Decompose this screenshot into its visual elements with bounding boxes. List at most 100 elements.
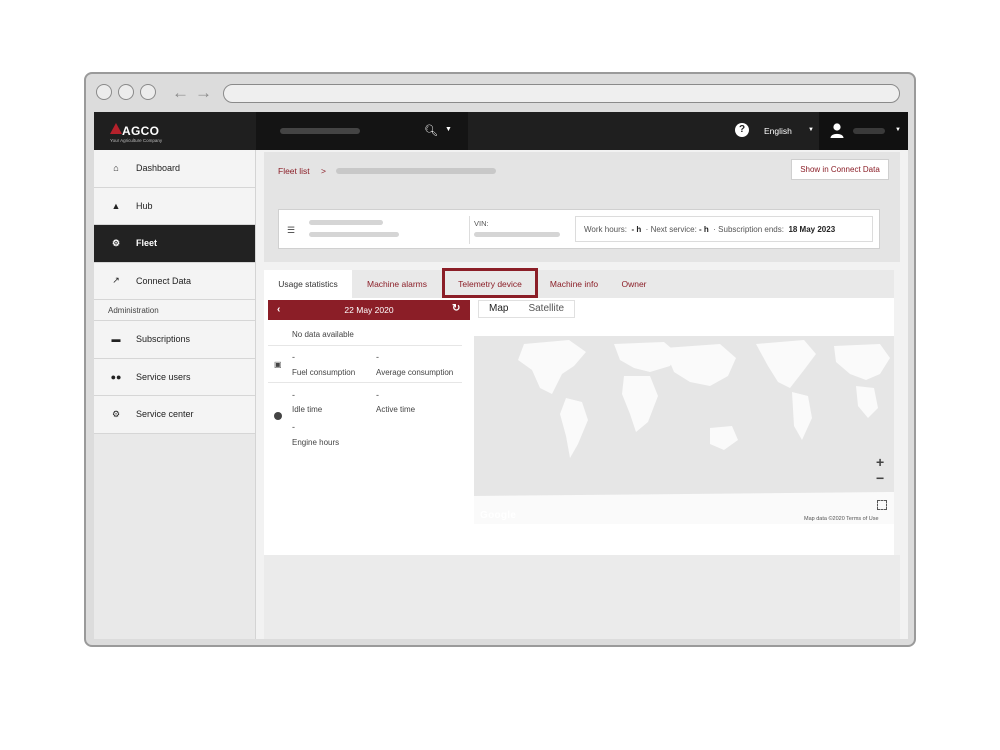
browser-window: ← → AGCO Your Agriculture Company 🔍︎ ▼ ?… bbox=[84, 72, 916, 647]
breadcrumb: Fleet list > Show in Connect Data bbox=[264, 152, 900, 188]
world-map-shapes bbox=[474, 340, 894, 524]
tractor-icon: ⚙ bbox=[111, 237, 121, 248]
vin-label: VIN: bbox=[474, 219, 489, 228]
sidebar-item-label: Dashboard bbox=[136, 163, 181, 174]
machine-summary-card: ☰ VIN: Work hours: - h · Next service: -… bbox=[278, 209, 880, 249]
app-viewport: AGCO Your Agriculture Company 🔍︎ ▼ ? Eng… bbox=[94, 112, 908, 639]
brand-name: AGCO bbox=[122, 124, 160, 138]
google-logo: Google bbox=[480, 510, 517, 521]
idle-time-value: - bbox=[292, 390, 295, 400]
machine-summary-area: ☰ VIN: Work hours: - h · Next service: -… bbox=[264, 188, 900, 262]
fullscreen-icon[interactable] bbox=[877, 500, 887, 510]
tab-usage-statistics[interactable]: Usage statistics bbox=[264, 270, 352, 298]
machine-icon: ☰ bbox=[287, 225, 296, 235]
machine-stats: Work hours: - h · Next service: - h · Su… bbox=[575, 216, 873, 242]
sidebar-item-label: Connect Data bbox=[136, 275, 192, 286]
machine-name-redacted bbox=[309, 220, 383, 225]
sidebar-item-label: Service center bbox=[136, 409, 194, 420]
search-icon[interactable]: 🔍︎ bbox=[424, 124, 438, 137]
tab-machine-alarms[interactable]: Machine alarms bbox=[354, 270, 440, 298]
divider bbox=[268, 382, 462, 383]
bell-icon: ▲ bbox=[111, 200, 121, 211]
window-close-dot[interactable] bbox=[96, 84, 112, 100]
clock-icon bbox=[274, 412, 282, 420]
chevron-down-icon[interactable]: ▼ bbox=[445, 126, 452, 133]
chevron-down-icon[interactable]: ▼ bbox=[895, 127, 901, 133]
address-bar[interactable] bbox=[223, 84, 900, 103]
help-icon[interactable]: ? bbox=[735, 123, 749, 137]
card-icon: ▬ bbox=[111, 334, 121, 345]
window-controls bbox=[96, 84, 156, 100]
sidebar-item-service-users[interactable]: ●● Service users bbox=[94, 358, 255, 396]
usage-statistics-panel: ‹ 22 May 2020 ↻ No data available ▣ - Fu… bbox=[268, 300, 470, 550]
sidebar-item-service-center[interactable]: ⚙ Service center bbox=[94, 396, 255, 434]
chart-icon: ↗ bbox=[112, 275, 120, 286]
date-navigator: ‹ 22 May 2020 ↻ bbox=[268, 300, 470, 320]
sidebar-heading-administration: Administration bbox=[94, 300, 255, 321]
browser-nav: ← → bbox=[172, 83, 212, 103]
brand-logo[interactable]: AGCO Your Agriculture Company bbox=[94, 112, 256, 150]
sidebar-item-label: Hub bbox=[136, 200, 153, 211]
map-type-toggle: Map Satellite bbox=[478, 300, 576, 318]
active-time-label: Active time bbox=[376, 405, 416, 414]
telemetry-tab-highlight bbox=[442, 268, 538, 298]
average-consumption-label: Average consumption bbox=[376, 368, 454, 377]
breadcrumb-separator: > bbox=[321, 166, 326, 176]
users-icon: ●● bbox=[110, 371, 122, 382]
next-service-value: - h bbox=[699, 224, 709, 234]
sidebar-item-subscriptions[interactable]: ▬ Subscriptions bbox=[94, 321, 255, 359]
fuel-consumption-value: - bbox=[292, 352, 295, 362]
window-minimize-dot[interactable] bbox=[118, 84, 134, 100]
divider bbox=[268, 345, 462, 346]
divider bbox=[469, 216, 470, 244]
sidebar-item-dashboard[interactable]: ⌂ Dashboard bbox=[94, 150, 255, 188]
active-time-value: - bbox=[376, 390, 379, 400]
search-input-redacted[interactable] bbox=[280, 128, 360, 134]
sidebar-item-connect-data[interactable]: ↗ Connect Data bbox=[94, 262, 255, 300]
language-selector[interactable]: English bbox=[764, 126, 792, 136]
selected-date[interactable]: 22 May 2020 bbox=[268, 305, 470, 315]
breadcrumb-machine-redacted bbox=[336, 168, 496, 174]
engine-hours-label: Engine hours bbox=[292, 438, 340, 447]
home-icon: ⌂ bbox=[113, 163, 119, 174]
fuel-icon: ▣ bbox=[274, 360, 282, 369]
map-canvas[interactable]: + − Google Map data ©2020 Terms of Use bbox=[474, 336, 894, 524]
user-name-redacted bbox=[853, 128, 885, 134]
user-icon bbox=[830, 123, 844, 138]
machine-search[interactable]: 🔍︎ ▼ bbox=[256, 112, 468, 150]
forward-arrow-icon[interactable]: → bbox=[195, 83, 212, 103]
agco-logo-icon bbox=[110, 123, 122, 134]
chevron-down-icon[interactable]: ▼ bbox=[808, 127, 814, 133]
zoom-in-button[interactable]: + bbox=[876, 454, 884, 470]
tab-machine-info[interactable]: Machine info bbox=[540, 270, 608, 298]
work-hours-label: Work hours: bbox=[584, 224, 627, 234]
refresh-icon[interactable]: ↻ bbox=[452, 303, 460, 314]
map-type-map-button[interactable]: Map bbox=[479, 301, 518, 317]
back-arrow-icon[interactable]: ← bbox=[172, 83, 189, 103]
map-type-satellite-button[interactable]: Satellite bbox=[518, 301, 574, 317]
no-data-message: No data available bbox=[292, 330, 354, 339]
machine-detail-panel: Usage statistics Machine alarms Telemetr… bbox=[264, 268, 894, 555]
sidebar-item-label: Service users bbox=[136, 371, 191, 382]
user-menu[interactable]: ▼ bbox=[819, 112, 908, 150]
breadcrumb-fleet-list[interactable]: Fleet list bbox=[278, 166, 310, 176]
tab-bar: Usage statistics Machine alarms Telemetr… bbox=[264, 268, 894, 298]
work-hours-value: - h bbox=[631, 224, 642, 234]
show-in-connect-data-button[interactable]: Show in Connect Data bbox=[791, 159, 889, 180]
engine-hours-value: - bbox=[292, 422, 295, 432]
next-service-label: Next service: bbox=[650, 224, 697, 234]
sidebar-item-hub[interactable]: ▲ Hub bbox=[94, 187, 255, 225]
sidebar-item-fleet[interactable]: ⚙ Fleet bbox=[94, 225, 255, 263]
average-consumption-value: - bbox=[376, 352, 379, 362]
zoom-out-button[interactable]: − bbox=[876, 470, 884, 486]
machine-model-redacted bbox=[309, 232, 399, 237]
vin-value-redacted bbox=[474, 232, 560, 237]
subscription-ends-label: Subscription ends: bbox=[718, 224, 784, 234]
window-maximize-dot[interactable] bbox=[140, 84, 156, 100]
map-attribution[interactable]: Map data ©2020 Terms of Use bbox=[804, 516, 879, 522]
idle-time-label: Idle time bbox=[292, 405, 323, 414]
brand-tagline: Your Agriculture Company bbox=[110, 138, 163, 143]
subscription-ends-value: 18 May 2023 bbox=[788, 224, 836, 234]
tab-owner[interactable]: Owner bbox=[610, 270, 658, 298]
gear-icon: ⚙ bbox=[111, 408, 121, 419]
